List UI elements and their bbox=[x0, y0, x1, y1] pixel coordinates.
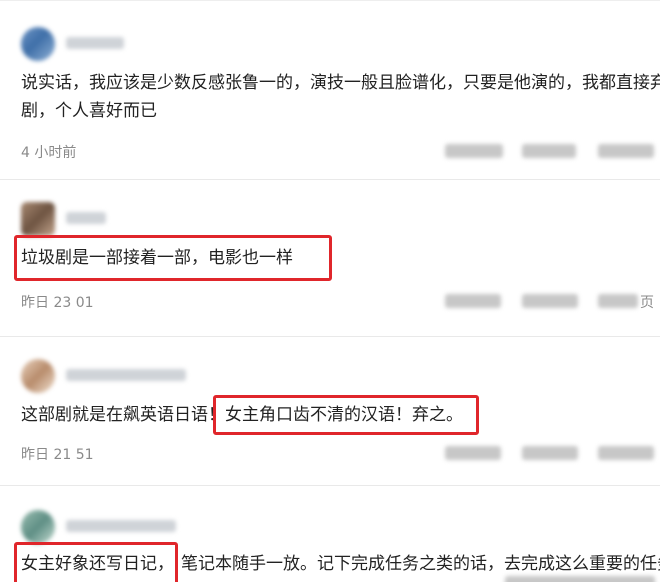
comment-text-part-2: 笔记本随手一放。记下完成任务之类的话，去完成这么重要的任务 bbox=[181, 554, 660, 574]
like-action-blurred[interactable] bbox=[598, 446, 654, 460]
avatar[interactable] bbox=[21, 510, 55, 544]
comment-text-line-2: 剧，个人喜好而已 bbox=[21, 101, 157, 121]
like-action-blurred[interactable] bbox=[598, 144, 654, 158]
actions-blurred[interactable] bbox=[505, 576, 655, 582]
comment-item: 说实话，我应该是少数反感张鲁一的，演技一般且脸谱化，只要是他演的，我都直接弃 剧… bbox=[0, 0, 660, 180]
comment-item: 这部剧就是在飙英语日语！ 女主角口齿不清的汉语！弃之。 昨日 21 51 bbox=[0, 337, 660, 486]
comment-feed: 说实话，我应该是少数反感张鲁一的，演技一般且脸谱化，只要是他演的，我都直接弃 剧… bbox=[0, 0, 660, 582]
reply-action-blurred[interactable] bbox=[522, 446, 578, 460]
comment-text-part-2: 女主角口齿不清的汉语！弃之。 bbox=[225, 405, 463, 425]
username-blurred[interactable] bbox=[66, 520, 176, 532]
report-action-blurred[interactable] bbox=[445, 294, 501, 308]
reply-action-blurred[interactable] bbox=[522, 144, 576, 158]
username-blurred[interactable] bbox=[66, 37, 124, 49]
username-blurred[interactable] bbox=[66, 212, 106, 224]
like-action-suffix: 页 bbox=[640, 295, 654, 311]
comment-text-part-1: 女主好象还写日记， bbox=[21, 554, 174, 574]
username-blurred[interactable] bbox=[66, 369, 186, 381]
report-action-blurred[interactable] bbox=[445, 144, 503, 158]
comment-item: 女主好象还写日记， 笔记本随手一放。记下完成任务之类的话，去完成这么重要的任务 bbox=[0, 486, 660, 582]
comment-text-line-1: 说实话，我应该是少数反感张鲁一的，演技一般且脸谱化，只要是他演的，我都直接弃 bbox=[21, 73, 660, 93]
comment-timestamp: 4 小时前 bbox=[21, 145, 77, 161]
report-action-blurred[interactable] bbox=[445, 446, 501, 460]
reply-action-blurred[interactable] bbox=[522, 294, 578, 308]
comment-text-part-1: 这部剧就是在飙英语日语！ bbox=[21, 405, 225, 425]
avatar[interactable] bbox=[21, 27, 55, 61]
comment-timestamp: 昨日 21 51 bbox=[21, 447, 94, 463]
avatar[interactable] bbox=[21, 359, 55, 393]
comment-item: 垃圾剧是一部接着一部，电影也一样 昨日 23 01 页 bbox=[0, 180, 660, 337]
comment-text: 垃圾剧是一部接着一部，电影也一样 bbox=[21, 248, 293, 268]
like-action-blurred[interactable] bbox=[598, 294, 638, 308]
avatar[interactable] bbox=[21, 202, 55, 236]
comment-timestamp: 昨日 23 01 bbox=[21, 295, 94, 311]
